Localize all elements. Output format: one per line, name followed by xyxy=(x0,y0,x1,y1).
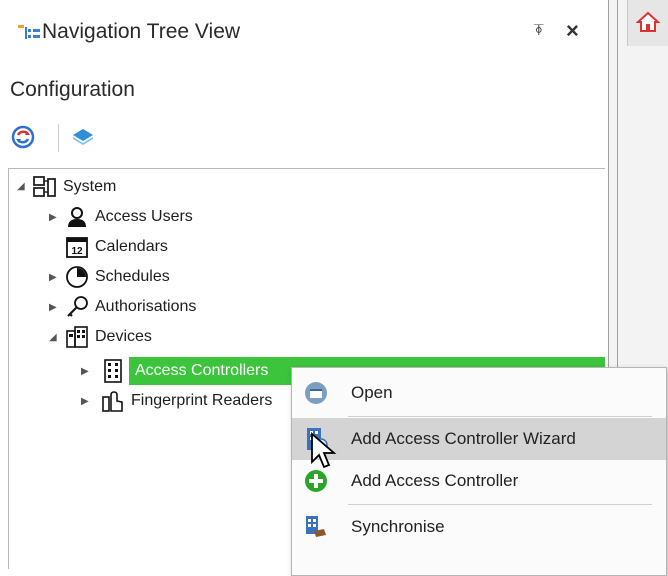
tree-node-label: System xyxy=(63,178,117,195)
devices-icon xyxy=(66,326,88,348)
synchronise-icon xyxy=(306,516,326,537)
expand-arrow-icon[interactable]: ◢ xyxy=(17,182,27,192)
menu-item-label: Open xyxy=(351,383,393,402)
menu-item-add-access-controller-wizard[interactable]: Add Access Controller Wizard xyxy=(292,418,666,460)
menu-item-add-access-controller[interactable]: Add Access Controller xyxy=(292,460,666,502)
layers-icon[interactable] xyxy=(70,124,96,150)
expanded-arrow-icon[interactable]: ◢ xyxy=(49,332,57,343)
menu-item-synchronise[interactable]: Synchronise xyxy=(292,506,666,548)
pin-icon[interactable]: ⍕ xyxy=(534,22,544,40)
tree-node-devices[interactable]: ◢ Devices xyxy=(49,323,152,351)
collapsed-arrow-icon[interactable]: ▶ xyxy=(81,396,89,407)
tree-node-authorisations[interactable]: ▶ Authorisations xyxy=(49,293,197,321)
menu-item-label: Add Access Controller Wizard xyxy=(351,429,576,448)
collapsed-arrow-icon[interactable]: ▶ xyxy=(81,366,89,377)
tree-node-system[interactable]: ◢ System xyxy=(9,173,116,201)
menu-item-open[interactable]: Open xyxy=(292,372,666,414)
key-icon xyxy=(67,296,88,317)
tree-node-fingerprint-readers[interactable]: ▶ Fingerprint Readers xyxy=(81,387,273,415)
tree-view-icon xyxy=(18,25,40,39)
menu-separator xyxy=(348,504,652,505)
svg-text:12: 12 xyxy=(71,246,83,257)
context-menu: Open Add Access Controller Wizard Add Ac… xyxy=(291,367,667,576)
section-label: Configuration xyxy=(10,78,135,101)
system-icon xyxy=(33,176,56,197)
tree-node-label: Authorisations xyxy=(95,298,197,315)
toolbar-separator xyxy=(58,124,59,152)
panel-titlebar: Navigation Tree View ⍕ × xyxy=(0,0,608,60)
collapsed-arrow-icon[interactable]: ▶ xyxy=(49,212,57,223)
home-icon xyxy=(636,11,660,32)
menu-item-label: Add Access Controller xyxy=(351,471,519,490)
tree-node-label: Schedules xyxy=(95,268,170,285)
fingerprint-reader-icon xyxy=(102,391,123,412)
tree-node-label: Access Users xyxy=(95,208,193,225)
tree-node-schedules[interactable]: ▶ Schedules xyxy=(49,263,170,291)
collapsed-arrow-icon[interactable]: ▶ xyxy=(49,302,57,313)
panel-title: Navigation Tree View xyxy=(42,20,241,43)
home-tab[interactable] xyxy=(627,0,668,46)
close-icon[interactable]: × xyxy=(566,18,579,44)
tree-node-access-users[interactable]: ▶ Access Users xyxy=(49,203,193,231)
collapsed-arrow-icon[interactable]: ▶ xyxy=(49,272,57,283)
tree-node-access-controllers[interactable]: ▶ Access Controllers xyxy=(81,357,605,385)
open-icon xyxy=(305,382,327,404)
tree-node-label: Fingerprint Readers xyxy=(131,392,273,409)
calendar-icon: 12 xyxy=(66,237,88,258)
tree-node-label: Calendars xyxy=(95,238,168,255)
refresh-icon[interactable] xyxy=(10,124,36,150)
mouse-cursor-icon xyxy=(311,432,337,469)
clock-icon xyxy=(66,266,88,288)
tree-node-calendars[interactable]: 12 Calendars xyxy=(65,233,168,261)
menu-separator xyxy=(348,416,652,417)
tree-node-label: Devices xyxy=(95,328,152,345)
add-icon xyxy=(305,470,327,492)
controller-icon xyxy=(104,359,122,383)
menu-item-label: Synchronise xyxy=(351,517,445,536)
user-icon xyxy=(68,207,86,227)
